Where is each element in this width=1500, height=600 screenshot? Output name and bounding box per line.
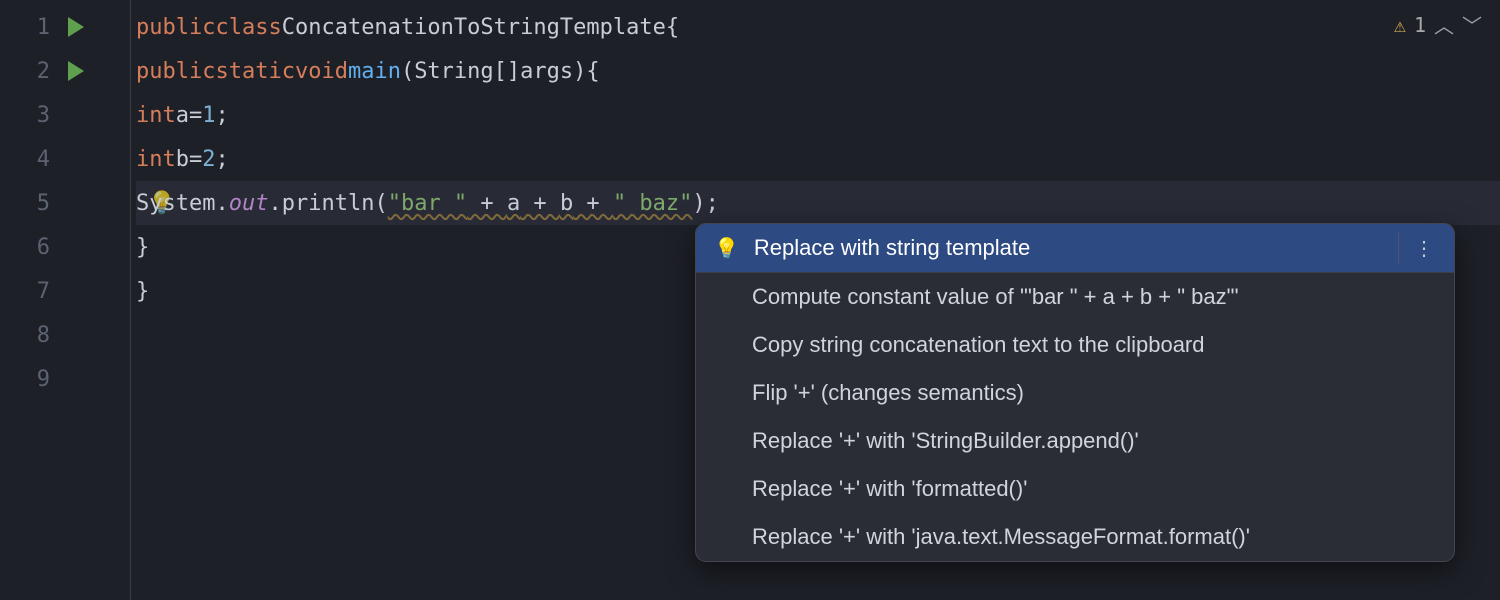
intention-label: Replace with string template xyxy=(754,235,1030,261)
separator xyxy=(1398,232,1399,264)
gutter-row: 4 xyxy=(0,137,130,181)
warning-icon[interactable]: ⚠ xyxy=(1394,13,1406,37)
line-number: 1 xyxy=(10,15,50,40)
code-line: int a = 1; xyxy=(136,93,1500,137)
line-number: 7 xyxy=(10,279,50,304)
gutter-row: 9 xyxy=(0,357,130,401)
run-icon[interactable] xyxy=(68,17,84,37)
line-number: 2 xyxy=(10,59,50,84)
more-vertical-icon[interactable]: ⋮ xyxy=(1414,236,1436,261)
code-line-active: System.out.println("bar " + a + b + " ba… xyxy=(136,181,1500,225)
run-icon[interactable] xyxy=(68,61,84,81)
gutter-row: 3 xyxy=(0,93,130,137)
intention-label: Copy string concatenation text to the cl… xyxy=(752,332,1205,358)
intention-label: Replace '+' with 'formatted()' xyxy=(752,476,1027,502)
line-number: 3 xyxy=(10,103,50,128)
gutter-row: 2 xyxy=(0,49,130,93)
line-number: 5 xyxy=(10,191,50,216)
intention-action-compute-constant[interactable]: Compute constant value of '"bar " + a + … xyxy=(696,273,1454,321)
intention-action-replace-string-template[interactable]: 💡 Replace with string template ⋮ xyxy=(696,224,1454,272)
intention-label: Replace '+' with 'java.text.MessageForma… xyxy=(752,524,1250,550)
intention-action-replace-formatted[interactable]: Replace '+' with 'formatted()' xyxy=(696,465,1454,513)
intention-action-flip-plus[interactable]: Flip '+' (changes semantics) xyxy=(696,369,1454,417)
line-number: 4 xyxy=(10,147,50,172)
intention-action-replace-messageformat[interactable]: Replace '+' with 'java.text.MessageForma… xyxy=(696,513,1454,561)
line-number: 9 xyxy=(10,367,50,392)
code-line: public static void main(String[] args) { xyxy=(136,49,1500,93)
intention-label: Flip '+' (changes semantics) xyxy=(752,380,1024,406)
gutter-row: 1 xyxy=(0,5,130,49)
intention-popup: 💡 Replace with string template ⋮ Compute… xyxy=(695,223,1455,562)
intention-action-replace-stringbuilder[interactable]: Replace '+' with 'StringBuilder.append()… xyxy=(696,417,1454,465)
intention-label: Compute constant value of '"bar " + a + … xyxy=(752,284,1239,310)
code-line: int b = 2; xyxy=(136,137,1500,181)
inspection-summary: ⚠ 1 ︿ ﹀ xyxy=(1394,10,1482,39)
intention-action-copy-concat[interactable]: Copy string concatenation text to the cl… xyxy=(696,321,1454,369)
gutter-row: 6 xyxy=(0,225,130,269)
line-number: 8 xyxy=(10,323,50,348)
gutter-row: 5 💡 xyxy=(0,181,130,225)
gutter-row: 7 xyxy=(0,269,130,313)
intention-label: Replace '+' with 'StringBuilder.append()… xyxy=(752,428,1139,454)
warning-count: 1 xyxy=(1414,13,1426,37)
bulb-icon: 💡 xyxy=(714,236,739,261)
gutter-row: 8 xyxy=(0,313,130,357)
prev-highlight-icon[interactable]: ︿ xyxy=(1434,10,1454,39)
code-line: public class ConcatenationToStringTempla… xyxy=(136,5,1500,49)
next-highlight-icon[interactable]: ﹀ xyxy=(1462,10,1482,39)
line-number: 6 xyxy=(10,235,50,260)
gutter: 1 2 3 4 5 💡 6 7 8 9 xyxy=(0,0,130,600)
